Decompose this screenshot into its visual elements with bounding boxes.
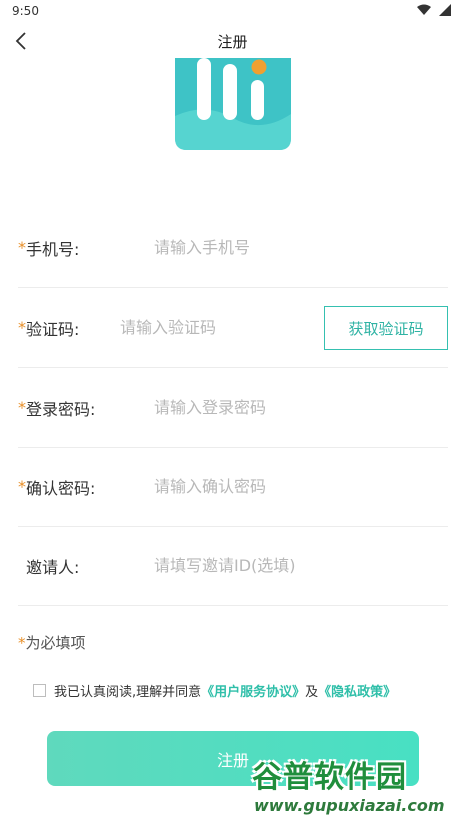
inviter-input[interactable] [154, 526, 308, 605]
phone-label: * 手机号: [18, 208, 79, 287]
inviter-row: 邀请人: [18, 526, 448, 606]
watermark: 谷普软件园 www.gupuxiazai.com [252, 752, 464, 828]
required-mark: * [18, 477, 26, 496]
confirm-password-label-text: 确认密码: [26, 478, 96, 498]
confirm-password-input[interactable] [154, 447, 444, 526]
required-note: *为必填项 [18, 632, 86, 653]
agreement-checkbox[interactable] [33, 684, 46, 697]
password-label: * 登录密码: [18, 368, 95, 447]
watermark-title: 谷普软件园 [252, 760, 407, 795]
code-input[interactable] [120, 288, 310, 367]
password-label-text: 登录密码: [26, 399, 96, 419]
page-title: 注册 [217, 33, 248, 51]
nav-bar: 注册 [0, 24, 465, 58]
required-mark: * [18, 398, 26, 417]
status-time: 9:50 [12, 4, 39, 18]
user-agreement-link[interactable]: 《用户服务协议》 [201, 681, 305, 700]
wifi-icon [417, 4, 431, 15]
status-bar: 9:50 [0, 0, 465, 22]
code-label: * 验证码: [18, 288, 79, 367]
password-row: * 登录密码: [18, 368, 448, 448]
agreement-conjunction: 及 [305, 685, 319, 700]
required-mark: * [18, 634, 26, 652]
phone-row: * 手机号: [18, 208, 448, 288]
agreement-text: 我已认真阅读,理解并同意 [54, 685, 202, 700]
confirm-password-row: * 确认密码: [18, 447, 448, 527]
required-mark: * [18, 238, 26, 257]
watermark-url: www.gupuxiazai.com [254, 796, 445, 815]
code-row: * 验证码: 获取验证码 [18, 288, 448, 368]
privacy-policy-link[interactable]: 《隐私政策》 [318, 681, 396, 700]
code-label-text: 验证码: [26, 319, 80, 339]
required-note-text: 为必填项 [25, 634, 86, 652]
app-logo [175, 58, 291, 150]
signal-icon [439, 4, 451, 16]
required-mark: * [18, 318, 26, 337]
status-icons [417, 4, 451, 16]
phone-label-text: 手机号: [26, 239, 80, 259]
inviter-label-text: 邀请人: [26, 557, 80, 577]
password-input[interactable] [154, 368, 444, 447]
confirm-password-label: * 确认密码: [18, 447, 95, 526]
get-code-button[interactable]: 获取验证码 [324, 306, 448, 350]
phone-input[interactable] [154, 208, 444, 287]
inviter-label: 邀请人: [26, 526, 79, 605]
agreement: 我已认真阅读,理解并同意 《用户服务协议》 及 《隐私政策》 [33, 681, 396, 700]
